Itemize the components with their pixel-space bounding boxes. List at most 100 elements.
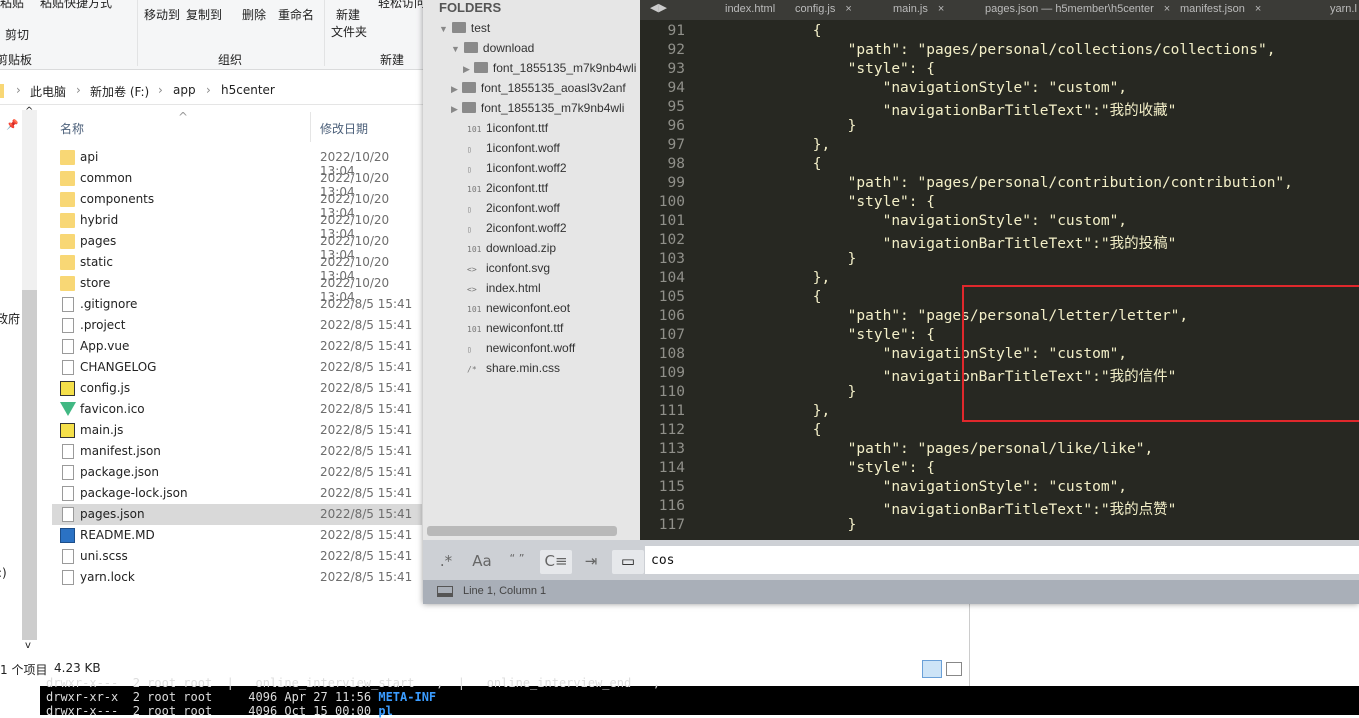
new-folder-button-line2[interactable]: 文件夹 (331, 23, 367, 40)
sidebar-item[interactable]: ▯ 2iconfont.woff2 (467, 221, 567, 235)
file-row[interactable]: components 2022/10/20 13:04 (52, 189, 422, 220)
sidebar-item[interactable]: 101 1iconfont.ttf (467, 121, 548, 135)
file-row[interactable]: package.json 2022/8/5 15:41 (52, 462, 422, 483)
file-row[interactable]: favicon.ico 2022/8/5 15:41 (52, 399, 422, 420)
paste-shortcut-button[interactable]: 粘贴快捷方式 (40, 0, 112, 11)
sidebar-item[interactable]: /* share.min.css (467, 361, 560, 375)
sidebar-item[interactable]: 101 2iconfont.ttf (467, 181, 548, 195)
file-row[interactable]: .project 2022/8/5 15:41 (52, 315, 422, 336)
file-row[interactable]: package-lock.json 2022/8/5 15:41 (52, 483, 422, 504)
file-date: 2022/8/5 15:41 (320, 318, 413, 332)
editor-tab[interactable]: manifest.json × (1180, 0, 1261, 20)
tab-close-icon[interactable]: × (1255, 3, 1261, 15)
sidebar-item[interactable]: 101 newiconfont.ttf (467, 321, 563, 335)
file-row[interactable]: pages 2022/10/20 13:04 (52, 231, 422, 262)
file-row[interactable]: main.js 2022/8/5 15:41 (52, 420, 422, 441)
collapsed-arrow-icon[interactable]: ▶ (451, 104, 458, 114)
sidebar-item[interactable]: ▶ font_1855135_aoasl3v2anf (451, 81, 626, 95)
sidebar-item[interactable]: ▯ 2iconfont.woff (467, 201, 560, 215)
sidebar-item[interactable]: ▶ font_1855135_m7k9nb4wli (463, 61, 636, 75)
editor-tab[interactable]: index.html (725, 0, 785, 20)
file-row[interactable]: pages.json 2022/8/5 15:41 (52, 504, 422, 525)
tab-close-icon[interactable]: × (1164, 3, 1170, 15)
file-row[interactable]: manifest.json 2022/8/5 15:41 (52, 441, 422, 462)
sidebar-item[interactable]: ▯ newiconfont.woff (467, 341, 575, 355)
cut-button[interactable]: 剪切 (5, 26, 29, 43)
file-row[interactable]: api 2022/10/20 13:04 (52, 147, 422, 178)
file-row[interactable]: yarn.lock 2022/8/5 15:41 (52, 567, 422, 588)
file-row[interactable]: uni.scss 2022/8/5 15:41 (52, 546, 422, 567)
code-text: "style": { (708, 61, 935, 77)
editor-tab[interactable]: config.js × (795, 0, 852, 20)
scroll-thumb[interactable] (22, 290, 37, 640)
details-view-button[interactable] (922, 660, 942, 678)
sidebar-item[interactable]: 101 download.zip (467, 241, 556, 255)
editor-tab[interactable]: yarn.l (1330, 0, 1359, 20)
column-modified[interactable]: 修改日期 (320, 120, 368, 137)
tab-close-icon[interactable]: × (938, 3, 944, 15)
expanded-arrow-icon[interactable]: ▼ (451, 44, 460, 54)
terminal-line: drwxr-x--- 2 root root 4096 Oct 15 00:00… (46, 704, 393, 718)
editor-tab[interactable]: pages.json — h5member\h5center × (985, 0, 1170, 20)
paste-button[interactable]: 粘贴 (0, 0, 24, 11)
large-icons-view-button[interactable] (946, 662, 962, 676)
tab-close-icon[interactable]: × (845, 3, 851, 15)
editor-tab[interactable]: main.js × (893, 0, 944, 20)
file-row[interactable]: store 2022/10/20 13:04 (52, 273, 422, 304)
highlight-matches-toggle[interactable]: ▭ (612, 550, 644, 574)
breadcrumb-item[interactable]: 此电脑 (30, 83, 66, 100)
file-row[interactable]: README.MD 2022/8/5 15:41 (52, 525, 422, 546)
file-row[interactable]: config.js 2022/8/5 15:41 (52, 378, 422, 399)
find-input[interactable] (645, 546, 1359, 574)
file-row[interactable]: hybrid 2022/10/20 13:04 (52, 210, 422, 241)
scroll-up-icon[interactable]: ^ (25, 106, 33, 117)
nav-item-fragment[interactable]: 政府 (0, 310, 20, 327)
easy-access-button[interactable]: 轻松访问 (378, 0, 426, 11)
breadcrumb-item[interactable]: 新加卷 (F:) (90, 83, 149, 100)
panel-toggle-icon[interactable] (437, 586, 453, 597)
copy-to-button[interactable]: 复制到 (186, 6, 222, 23)
delete-button[interactable]: 删除 (242, 6, 266, 23)
file-row[interactable]: App.vue 2022/8/5 15:41 (52, 336, 422, 357)
sidebar-item[interactable]: ▶ font_1855135_m7k9nb4wli (451, 101, 624, 115)
sidebar-item[interactable]: ▯ 1iconfont.woff (467, 141, 560, 155)
in-selection-toggle[interactable]: ⇥ (576, 550, 606, 574)
file-name: main.js (80, 423, 124, 437)
file-name: common (80, 171, 133, 185)
file-row[interactable]: static 2022/10/20 13:04 (52, 252, 422, 283)
file-file-icon (62, 465, 74, 480)
file-file-icon (62, 507, 74, 522)
sidebar-horizontal-scrollbar[interactable] (427, 526, 617, 536)
sidebar-item[interactable]: ▼ download (451, 41, 534, 55)
move-to-button[interactable]: 移动到 (144, 6, 180, 23)
new-folder-button[interactable]: 新建 (336, 6, 360, 23)
regex-toggle[interactable]: .* (433, 550, 459, 574)
wrap-toggle[interactable]: C≡ (540, 550, 572, 574)
file-row[interactable]: common 2022/10/20 13:04 (52, 168, 422, 199)
whole-word-toggle[interactable]: “ ” (503, 550, 531, 574)
sidebar-item-label: font_1855135_m7k9nb4wli (492, 61, 637, 75)
file-row[interactable]: .gitignore 2022/8/5 15:41 (52, 294, 422, 315)
column-name[interactable]: 名称 (60, 120, 84, 137)
code-editor[interactable]: ◀▶ index.html config.js × main.js × pages.jso… (640, 0, 1359, 540)
file-row[interactable]: CHANGELOG 2022/8/5 15:41 (52, 357, 422, 378)
collapsed-arrow-icon[interactable]: ▶ (463, 64, 470, 74)
sidebar-item[interactable]: <> index.html (467, 281, 541, 295)
breadcrumb-item[interactable]: h5center (221, 83, 275, 97)
sidebar-item[interactable]: ▼ test (439, 21, 490, 35)
sidebar-item[interactable]: ▯ 1iconfont.woff2 (467, 161, 567, 175)
rename-button[interactable]: 重命名 (278, 6, 314, 23)
file-date: 2022/8/5 15:41 (320, 339, 413, 353)
nav-item-fragment[interactable]: :) (0, 566, 7, 580)
case-sensitive-toggle[interactable]: Aa (467, 550, 497, 574)
sidebar-item[interactable]: 101 newiconfont.eot (467, 301, 570, 315)
tab-nav-arrows-icon[interactable]: ◀▶ (650, 1, 667, 14)
nav-scrollbar[interactable]: ^ v (22, 106, 37, 651)
expanded-arrow-icon[interactable]: ▼ (439, 24, 448, 34)
scroll-down-icon[interactable]: v (25, 640, 31, 651)
sidebar-item[interactable]: <> iconfont.svg (467, 261, 550, 275)
collapsed-arrow-icon[interactable]: ▶ (451, 84, 458, 94)
item-count: 1 个项目 (0, 663, 48, 677)
code-line: 113 "path": "pages/personal/like/like", (640, 441, 1359, 460)
breadcrumb-item[interactable]: app (173, 83, 196, 97)
